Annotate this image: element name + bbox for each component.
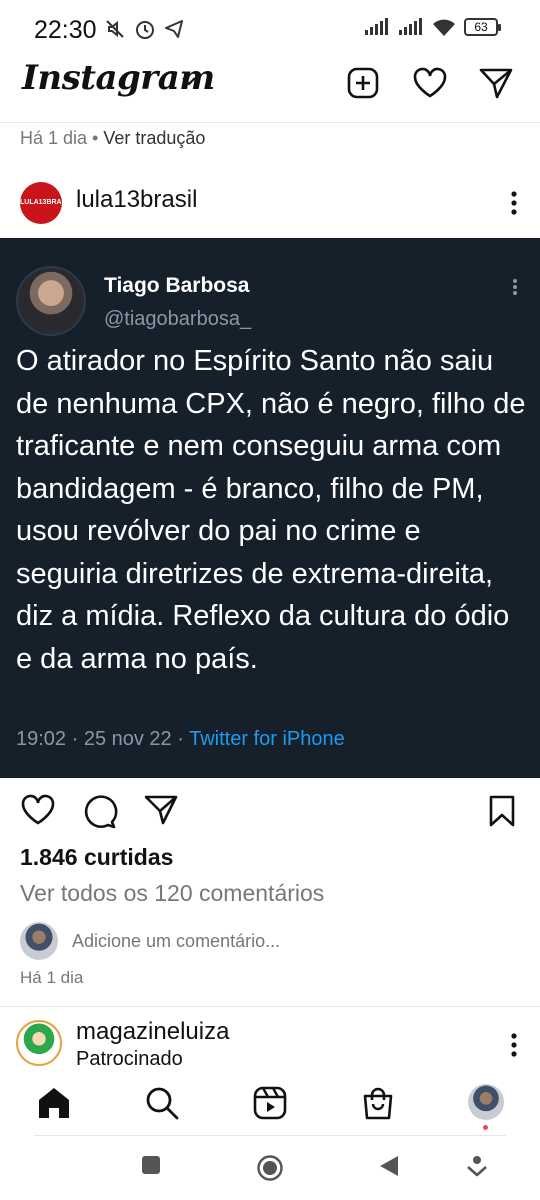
see-translation-link[interactable]: Ver tradução [103,128,205,148]
chevron-down-icon[interactable] [180,72,198,90]
shop-icon[interactable] [361,1086,395,1120]
post-time: Há 1 dia [20,968,84,987]
previous-post-meta: Há 1 dia • Ver tradução [20,128,206,148]
status-time: 22:30 [34,16,97,44]
mute-icon [106,20,124,38]
more-options-icon[interactable] [510,1032,518,1058]
signal-icon [365,18,388,35]
heart-icon[interactable] [412,66,448,100]
previous-post-time: Há 1 dia [20,128,88,148]
likes-count[interactable]: 1.846 curtidas [20,844,173,871]
search-icon[interactable] [145,1086,179,1120]
profile-avatar[interactable] [468,1084,504,1120]
reels-icon[interactable] [253,1086,287,1120]
tweet-text: O atirador no Espírito Santo não saiu de… [16,345,526,675]
post-username[interactable]: lula13brasil [76,186,197,214]
post-actions [0,790,540,830]
notification-dot [483,1125,488,1130]
wifi-icon [433,19,455,36]
add-comment-input[interactable]: Adicione um comentário... [72,931,280,952]
sponsored-label[interactable]: Patrocinado [76,1048,183,1071]
new-post-icon[interactable] [346,66,380,100]
post-image-tweet[interactable]: Tiago Barbosa @tiagobarbosa_ O atirador … [0,238,540,778]
save-icon[interactable] [488,794,516,828]
recents-icon[interactable] [140,1154,162,1176]
bottom-navigation [0,1076,540,1136]
tweet-time: 19:02 · 25 nov 22 · [16,728,190,750]
tweet-author-handle: @tiagobarbosa_ [104,308,252,330]
avatar[interactable] [16,1020,62,1066]
home-icon[interactable] [36,1086,72,1120]
post-divider [0,1006,540,1007]
tweet-source: Twitter for iPhone [189,728,345,750]
app-header: Instagram [0,58,540,118]
direct-message-icon[interactable] [478,66,514,100]
home-circle-icon[interactable] [256,1154,284,1182]
tweet-more-icon [513,279,517,295]
comment-icon[interactable] [82,794,118,830]
tweet-author-name: Tiago Barbosa [104,274,250,297]
signal-icon [399,18,422,35]
nav-divider [34,1135,506,1136]
next-post-header: magazineluiza Patrocinado [0,1012,540,1076]
back-icon[interactable] [378,1154,400,1178]
status-bar: 22:30 63 [0,0,540,58]
telegram-icon [165,20,183,38]
view-all-comments-link[interactable]: Ver todos os 120 comentários [20,880,324,907]
alarm-icon [136,21,154,39]
assistant-icon[interactable] [466,1154,488,1178]
avatar[interactable]: LULA13BRASIL [20,182,62,224]
add-comment-row: Adicione um comentário... [0,920,540,964]
battery-icon: 63 [464,18,501,36]
more-options-icon[interactable] [510,190,518,216]
header-divider [0,122,540,123]
system-navigation [0,1140,540,1200]
tweet-meta: 19:02 · 25 nov 22 · Twitter for iPhone [16,728,345,751]
post-header: LULA13BRASIL lula13brasil [0,176,540,230]
avatar [20,922,58,960]
post-username[interactable]: magazineluiza [76,1018,229,1046]
like-icon[interactable] [20,794,56,826]
tweet-avatar [16,266,86,336]
share-icon[interactable] [144,794,178,826]
